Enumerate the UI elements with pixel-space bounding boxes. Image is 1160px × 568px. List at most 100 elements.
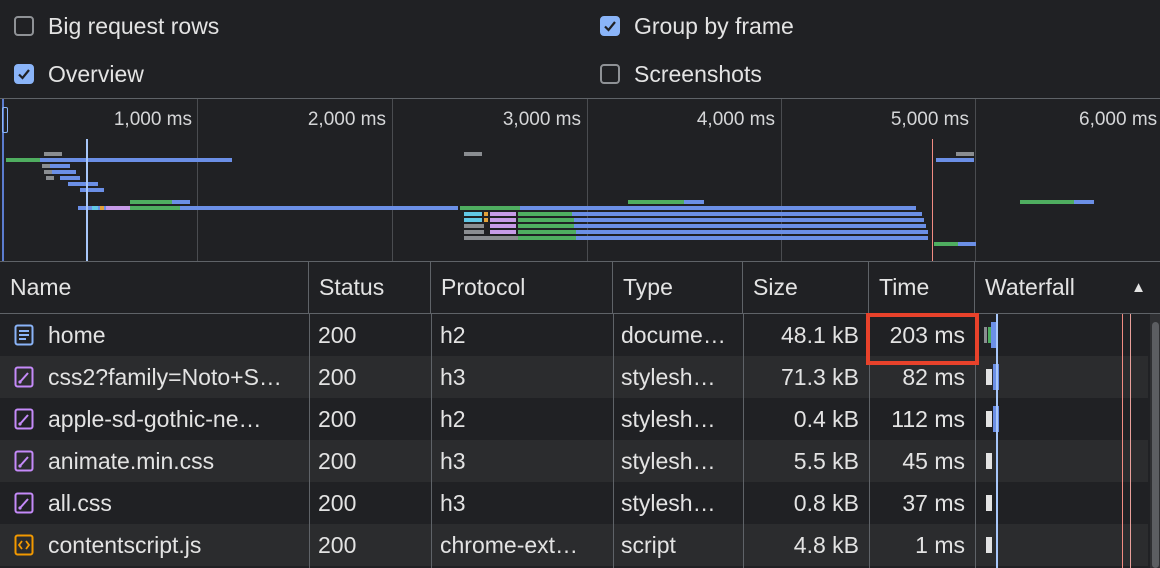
tick-label: 2,000 ms <box>307 109 386 130</box>
type-cell: stylesh… <box>621 440 739 482</box>
status-cell: 200 <box>318 314 428 356</box>
status-cell-text: 200 <box>318 447 357 474</box>
grid-line <box>197 99 198 261</box>
overview-bar <box>490 212 516 216</box>
overview-bar <box>518 224 574 228</box>
network-overview-timeline[interactable]: 1,000 ms 2,000 ms 3,000 ms 4,000 ms 5,00… <box>0 98 1160 262</box>
overview-bar <box>518 230 576 234</box>
column-header-waterfall-label: Waterfall <box>985 274 1075 300</box>
overview-bar <box>934 242 958 246</box>
tick-label: 6,000 ms <box>1079 109 1158 130</box>
size-cell: 0.4 kB <box>743 398 859 440</box>
waterfall-bar <box>986 369 992 385</box>
overview-bar <box>44 152 62 156</box>
type-cell: stylesh… <box>621 356 739 398</box>
request-name-cell: contentscript.js <box>14 524 300 566</box>
overview-bar <box>1074 200 1094 204</box>
overview-bar <box>40 158 232 162</box>
column-header-protocol[interactable]: Protocol <box>431 262 613 314</box>
overview-bar <box>574 218 924 222</box>
tick-label: 4,000 ms <box>696 109 775 130</box>
overview-bar <box>574 224 926 228</box>
request-name-cell: home <box>14 314 300 356</box>
overview-bar <box>130 206 180 210</box>
status-cell-text: 200 <box>318 531 357 558</box>
network-request-table: Name Status Protocol Type Size Time Wate… <box>0 262 1160 568</box>
column-header-type[interactable]: Type <box>613 262 743 314</box>
overview-bar <box>490 218 516 222</box>
table-scrollbar-thumb[interactable] <box>1152 322 1159 568</box>
big-request-rows-option[interactable]: Big request rows <box>14 11 219 41</box>
overview-bar <box>464 152 482 156</box>
overview-bar <box>52 170 76 174</box>
overview-bar <box>576 236 928 240</box>
size-cell: 71.3 kB <box>743 356 859 398</box>
sort-ascending-icon: ▲ <box>1131 279 1146 296</box>
column-header-name[interactable]: Name <box>0 262 309 314</box>
overview-bar <box>464 212 482 216</box>
type-cell-text: stylesh… <box>621 405 716 432</box>
overview-bar <box>936 158 974 162</box>
time-cell-text: 112 ms <box>891 405 965 432</box>
waterfall-bar <box>986 453 992 469</box>
stylesheet-icon <box>14 366 34 388</box>
overview-bar <box>130 200 172 204</box>
size-cell-text: 71.3 kB <box>781 363 859 390</box>
protocol-cell-text: h3 <box>440 489 466 516</box>
overview-bar <box>80 188 104 192</box>
overview-bar <box>518 218 574 222</box>
overview-bar <box>106 206 130 210</box>
size-cell: 5.5 kB <box>743 440 859 482</box>
overview-bar <box>518 236 576 240</box>
document-icon <box>14 324 34 346</box>
status-cell: 200 <box>318 356 428 398</box>
tick-label: 1,000 ms <box>113 109 192 130</box>
request-name: animate.min.css <box>48 447 215 474</box>
request-name-cell: css2?family=Noto+S… <box>14 356 300 398</box>
column-header-status-label: Status <box>319 274 385 300</box>
status-cell: 200 <box>318 524 428 566</box>
overview-bar <box>464 230 484 234</box>
overview-bar <box>60 176 80 180</box>
size-cell: 4.8 kB <box>743 524 859 566</box>
column-header-time[interactable]: Time <box>869 262 975 314</box>
screenshots-option[interactable]: Screenshots <box>600 59 762 89</box>
protocol-cell-text: h2 <box>440 405 466 432</box>
column-header-size[interactable]: Size <box>743 262 869 314</box>
waterfall-bar <box>984 327 987 343</box>
type-cell-text: stylesh… <box>621 447 716 474</box>
protocol-cell: h2 <box>440 398 610 440</box>
column-header-status[interactable]: Status <box>309 262 431 314</box>
status-cell-text: 200 <box>318 489 357 516</box>
type-cell-text: script <box>621 531 676 558</box>
protocol-cell: chrome-ext… <box>440 524 610 566</box>
type-cell: stylesh… <box>621 398 739 440</box>
overview-bar <box>520 206 916 210</box>
size-cell-text: 0.8 kB <box>793 489 859 516</box>
stylesheet-icon <box>14 450 34 472</box>
column-divider <box>613 314 614 568</box>
column-divider <box>309 314 310 568</box>
overview-checkbox[interactable] <box>14 64 34 84</box>
type-cell: stylesh… <box>621 482 739 524</box>
time-cell-text: 45 ms <box>902 447 965 474</box>
stylesheet-icon <box>14 408 34 430</box>
load-event-marker <box>932 139 933 261</box>
screenshots-checkbox[interactable] <box>600 64 620 84</box>
tick-label: 5,000 ms <box>890 109 969 130</box>
time-cell: 37 ms <box>869 482 965 524</box>
group-by-frame-option[interactable]: Group by frame <box>600 11 794 41</box>
group-by-frame-checkbox[interactable] <box>600 16 620 36</box>
script-icon <box>14 534 34 556</box>
tick-label: 3,000 ms <box>502 109 581 130</box>
protocol-cell: h3 <box>440 440 610 482</box>
protocol-cell-text: h2 <box>440 321 466 348</box>
big-request-rows-checkbox[interactable] <box>14 16 34 36</box>
column-header-waterfall[interactable]: Waterfall ▲ <box>975 262 1160 314</box>
overview-option[interactable]: Overview <box>14 59 144 89</box>
time-cell: 1 ms <box>869 524 965 566</box>
size-cell-text: 4.8 kB <box>793 531 859 558</box>
group-by-frame-label: Group by frame <box>634 12 794 39</box>
type-cell: script <box>621 524 739 566</box>
overview-window-handle[interactable] <box>2 107 8 133</box>
